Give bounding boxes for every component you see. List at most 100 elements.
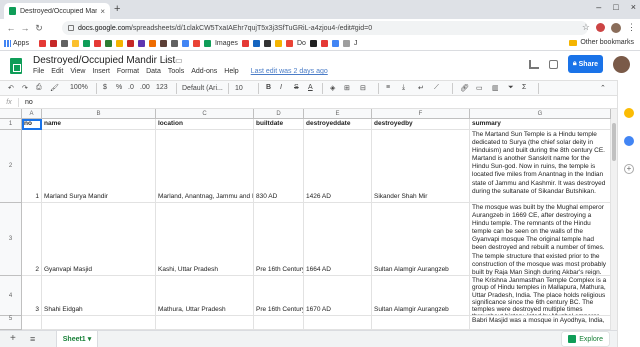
- redo-icon[interactable]: ↷: [22, 84, 28, 92]
- table-cell[interactable]: [372, 316, 470, 330]
- table-cell[interactable]: Sikander Shah Mir: [372, 130, 470, 203]
- text-rotation-icon[interactable]: ⟋: [434, 84, 439, 92]
- print-icon[interactable]: ⎙: [36, 84, 42, 92]
- table-cell[interactable]: Gyanvapi Masjid: [42, 203, 156, 276]
- add-addon-icon[interactable]: +: [624, 164, 634, 174]
- tasks-icon[interactable]: [624, 136, 634, 146]
- filter-icon[interactable]: ⏷: [508, 84, 514, 92]
- browser-tab[interactable]: Destroyed/Occupied Mandir L ×: [4, 3, 110, 19]
- vertical-scrollbar[interactable]: [611, 109, 617, 330]
- fill-color-icon[interactable]: ◈: [330, 84, 335, 92]
- sheet-tab-sheet1[interactable]: Sheet1 ▾: [56, 331, 98, 347]
- new-tab-button[interactable]: +: [114, 3, 120, 16]
- tab-close-icon[interactable]: ×: [100, 7, 105, 16]
- bookmark-icon[interactable]: [285, 40, 293, 47]
- table-cell[interactable]: Mathura, Uttar Pradesh: [156, 276, 254, 316]
- menu-insert[interactable]: Insert: [92, 68, 110, 75]
- vertical-align-icon[interactable]: ⤓: [402, 84, 405, 92]
- reload-icon[interactable]: ↻: [32, 23, 46, 34]
- star-icon[interactable]: ☆: [163, 56, 170, 65]
- bookmark-icon[interactable]: [342, 40, 350, 47]
- strikethrough-button[interactable]: S: [294, 84, 299, 91]
- bookmark-icon[interactable]: [320, 40, 328, 47]
- collapse-toolbar-icon[interactable]: ⌃: [600, 84, 606, 92]
- table-cell[interactable]: 2: [22, 203, 42, 276]
- menu-file[interactable]: File: [33, 68, 44, 75]
- table-cell[interactable]: 1: [22, 130, 42, 203]
- extension-icon[interactable]: [596, 23, 605, 32]
- bookmark-icon[interactable]: [71, 40, 79, 47]
- bookmark-icon[interactable]: [203, 40, 211, 47]
- row-header-5[interactable]: 5: [0, 316, 22, 330]
- other-bookmarks[interactable]: Other bookmarks: [569, 39, 634, 46]
- table-cell[interactable]: Shahi Eidgah: [42, 276, 156, 316]
- browser-menu-icon[interactable]: ⋮: [627, 22, 636, 33]
- cell-e1[interactable]: destroyeddate: [304, 119, 372, 130]
- table-cell[interactable]: Kashi, Uttar Pradesh: [156, 203, 254, 276]
- scrollbar-thumb[interactable]: [612, 123, 616, 161]
- functions-icon[interactable]: Σ: [522, 84, 526, 91]
- row-header-2[interactable]: 2: [0, 130, 22, 203]
- table-cell[interactable]: [42, 316, 156, 330]
- table-cell[interactable]: Babri Masjid was a mosque in Ayodhya, In…: [470, 316, 611, 330]
- table-cell[interactable]: The Martand Sun Temple is a Hindu temple…: [470, 130, 611, 203]
- row-header-3[interactable]: 3: [0, 203, 22, 276]
- horizontal-align-icon[interactable]: ≡: [386, 84, 390, 91]
- table-cell[interactable]: Pre 16th Century A: [254, 203, 304, 276]
- table-cell[interactable]: [304, 316, 372, 330]
- all-sheets-icon[interactable]: ≡: [30, 334, 35, 344]
- bookmark-icon[interactable]: [263, 40, 271, 47]
- bookmark-icon[interactable]: [82, 40, 90, 47]
- bookmark-icon[interactable]: [192, 40, 200, 47]
- document-title[interactable]: Destroyed/Occupied Mandir List: [33, 55, 175, 66]
- menu-tools[interactable]: Tools: [168, 68, 184, 75]
- table-cell[interactable]: [22, 316, 42, 330]
- bold-button[interactable]: B: [266, 84, 271, 91]
- bookmark-j[interactable]: J: [354, 40, 358, 47]
- explore-button[interactable]: Explore: [562, 332, 609, 346]
- insert-link-icon[interactable]: 🔗︎: [460, 84, 469, 92]
- url-bar[interactable]: docs.google.com/spreadsheets/d/1clakCW5T…: [62, 21, 588, 35]
- menu-view[interactable]: View: [70, 68, 85, 75]
- undo-icon[interactable]: ↶: [8, 84, 14, 92]
- menu-help[interactable]: Help: [224, 68, 238, 75]
- table-cell[interactable]: Marland, Anantnag, Jammu and Ka: [156, 130, 254, 203]
- table-cell[interactable]: [156, 316, 254, 330]
- bookmark-do[interactable]: Do: [297, 40, 306, 47]
- cell-c1[interactable]: location: [156, 119, 254, 130]
- table-cell[interactable]: Pre 16th Century A: [254, 276, 304, 316]
- column-header-f[interactable]: F: [372, 109, 470, 119]
- account-avatar[interactable]: [613, 55, 630, 73]
- table-cell[interactable]: 1664 AD: [304, 203, 372, 276]
- bookmark-icon[interactable]: [38, 40, 46, 47]
- more-formats-button[interactable]: 123: [156, 84, 168, 91]
- zoom-select[interactable]: 100%: [70, 84, 88, 91]
- cell-b1[interactable]: name: [42, 119, 156, 130]
- back-arrow-icon[interactable]: ←: [4, 23, 18, 33]
- table-cell[interactable]: Sultan Alamgir Aurangzeb: [372, 203, 470, 276]
- bookmark-icon[interactable]: [331, 40, 339, 47]
- percent-format-button[interactable]: %: [116, 84, 122, 91]
- text-color-button[interactable]: A: [308, 84, 313, 91]
- bookmark-icon[interactable]: [241, 40, 249, 47]
- insert-comment-icon[interactable]: ▭: [476, 84, 483, 92]
- table-cell[interactable]: [254, 316, 304, 330]
- add-sheet-button[interactable]: +: [10, 333, 16, 344]
- column-header-b[interactable]: B: [42, 109, 156, 119]
- cell-d1[interactable]: builtdate: [254, 119, 304, 130]
- bookmark-icon[interactable]: [274, 40, 282, 47]
- bookmark-icon[interactable]: [309, 40, 317, 47]
- maximize-icon[interactable]: □: [613, 2, 618, 12]
- bookmark-images[interactable]: Images: [215, 40, 238, 47]
- bookmark-icon[interactable]: [252, 40, 260, 47]
- sheets-logo-icon[interactable]: [10, 58, 22, 74]
- text-wrap-icon[interactable]: ↵: [418, 84, 424, 92]
- forward-arrow-icon[interactable]: →: [18, 23, 32, 33]
- bookmark-icon[interactable]: [115, 40, 123, 47]
- bookmark-icon[interactable]: [159, 40, 167, 47]
- keep-icon[interactable]: [624, 108, 634, 118]
- formula-input[interactable]: no: [25, 99, 33, 106]
- table-cell[interactable]: 3: [22, 276, 42, 316]
- menu-edit[interactable]: Edit: [51, 68, 63, 75]
- table-cell[interactable]: Marland Surya Mandir: [42, 130, 156, 203]
